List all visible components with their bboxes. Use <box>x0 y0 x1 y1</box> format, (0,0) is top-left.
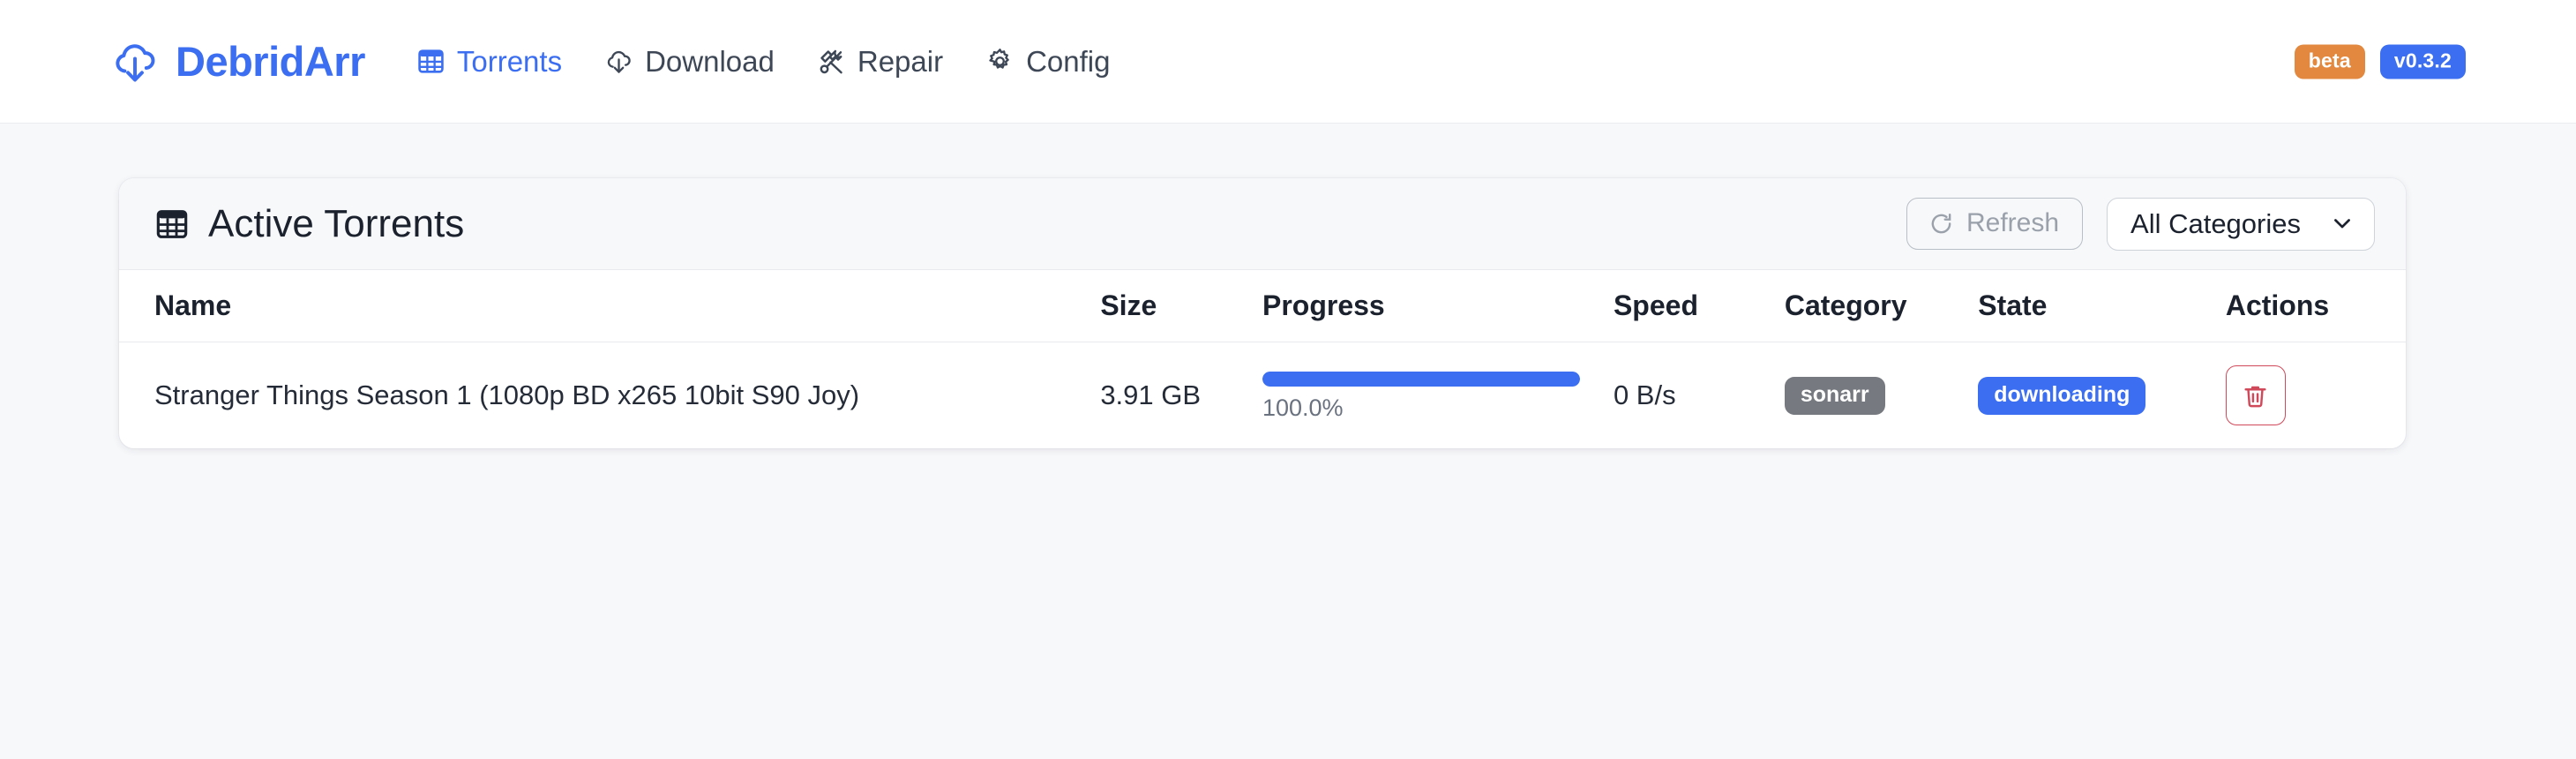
cloud-download-icon <box>604 47 633 76</box>
cell-size: 3.91 GB <box>1100 342 1262 449</box>
gear-icon <box>985 47 1015 76</box>
status-badge: downloading <box>1978 377 2145 415</box>
delete-torrent-button[interactable] <box>2226 365 2286 425</box>
cell-progress: 100.0% <box>1262 342 1614 449</box>
torrents-table: Name Size Progress Speed Category State … <box>119 270 2406 448</box>
card-header: Active Torrents Refresh All Categories <box>119 178 2406 270</box>
nav-item-label: Repair <box>857 47 943 76</box>
cell-actions <box>2226 342 2406 449</box>
tools-wrench-screwdriver-icon <box>817 47 846 76</box>
progress-bar: 100.0% <box>1262 372 1580 420</box>
column-header-actions: Actions <box>2226 270 2406 342</box>
cell-category: sonarr <box>1785 342 1978 449</box>
refresh-button-label: Refresh <box>1966 210 2059 237</box>
trash-delete-icon <box>2242 382 2269 410</box>
main-nav: Torrents Download <box>416 47 1111 76</box>
chevron-down-icon <box>2330 211 2355 236</box>
brand-name: DebridArr <box>176 41 365 82</box>
table-header-row: Name Size Progress Speed Category State … <box>119 270 2406 342</box>
table-body: Stranger Things Season 1 (1080p BD x265 … <box>119 342 2406 449</box>
nav-item-repair[interactable]: Repair <box>817 47 943 76</box>
page-title: Active Torrents <box>154 205 464 244</box>
column-header-speed[interactable]: Speed <box>1614 270 1785 342</box>
nav-item-label: Torrents <box>457 47 562 76</box>
progress-label: 100.0% <box>1262 396 1580 420</box>
nav-item-torrents[interactable]: Torrents <box>416 47 562 76</box>
nav-item-label: Config <box>1026 47 1110 76</box>
refresh-button[interactable]: Refresh <box>1906 198 2083 250</box>
column-header-name[interactable]: Name <box>119 270 1100 342</box>
table-grid-icon <box>416 47 446 76</box>
column-header-size[interactable]: Size <box>1100 270 1262 342</box>
progress-fill <box>1262 372 1580 387</box>
table-row[interactable]: Stranger Things Season 1 (1080p BD x265 … <box>119 342 2406 449</box>
nav-item-config[interactable]: Config <box>985 47 1110 76</box>
cloud-download-icon <box>110 37 160 86</box>
column-header-progress[interactable]: Progress <box>1262 270 1614 342</box>
active-torrents-card: Active Torrents Refresh All Categories <box>119 178 2406 448</box>
card-title-text: Active Torrents <box>208 205 464 244</box>
header-badges: beta v0.3.2 <box>2295 44 2466 79</box>
version-badge: v0.3.2 <box>2380 44 2466 79</box>
cell-state: downloading <box>1978 342 2226 449</box>
beta-badge: beta <box>2295 44 2365 79</box>
page-body: Active Torrents Refresh All Categories <box>0 124 2576 448</box>
nav-item-label: Download <box>645 47 775 76</box>
column-header-category[interactable]: Category <box>1785 270 1978 342</box>
category-filter-select[interactable]: All Categories <box>2107 198 2375 251</box>
app-header: DebridArr Torrents Download <box>0 0 2576 124</box>
refresh-circular-arrow-icon <box>1928 211 1954 237</box>
progress-track <box>1262 372 1580 387</box>
table-head: Name Size Progress Speed Category State … <box>119 270 2406 342</box>
cell-name: Stranger Things Season 1 (1080p BD x265 … <box>119 342 1100 449</box>
category-filter-value: All Categories <box>2130 210 2301 237</box>
cell-speed: 0 B/s <box>1614 342 1785 449</box>
brand[interactable]: DebridArr <box>110 37 365 86</box>
column-header-state[interactable]: State <box>1978 270 2226 342</box>
card-header-actions: Refresh All Categories <box>1906 198 2375 251</box>
torrent-name: Stranger Things Season 1 (1080p BD x265 … <box>154 380 1100 411</box>
category-badge: sonarr <box>1785 377 1885 415</box>
nav-item-download[interactable]: Download <box>604 47 775 76</box>
table-grid-icon <box>154 207 190 242</box>
